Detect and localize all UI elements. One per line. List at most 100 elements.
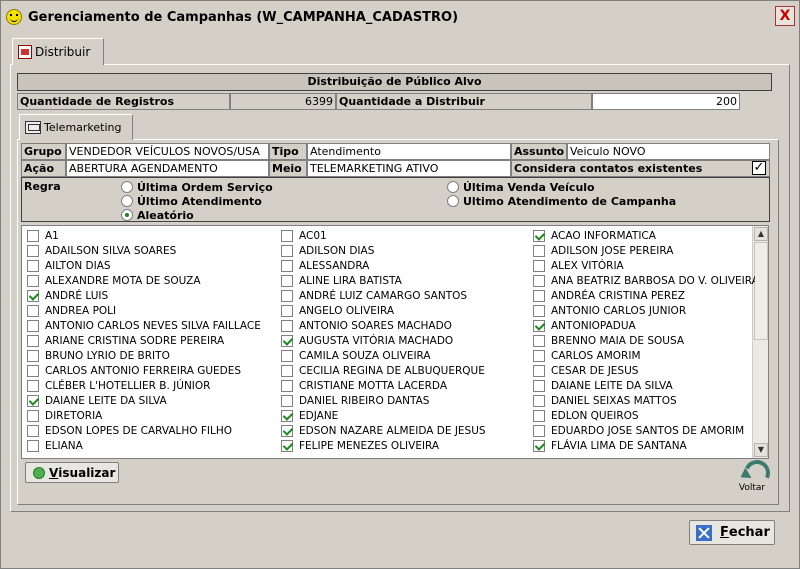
list-item[interactable]: EDUARDO JOSE SANTOS DE AMORIM — [533, 423, 755, 438]
checkbox[interactable] — [281, 274, 293, 287]
list-item[interactable]: ANA BEATRIZ BARBOSA DO V. OLIVEIRA — [533, 273, 755, 288]
fechar-button[interactable]: Fechar — [689, 520, 775, 545]
list-item[interactable]: ANTONIO SOARES MACHADO — [281, 318, 529, 333]
checkbox-checked[interactable] — [533, 229, 545, 242]
list-item[interactable]: DIRETORIA — [27, 408, 277, 423]
list-item[interactable]: CECILIA REGINA DE ALBUQUERQUE — [281, 363, 529, 378]
list-item[interactable]: ADILSON JOSE PEREIRA — [533, 243, 755, 258]
grupo-field[interactable]: VENDEDOR VEÍCULOS NOVOS/USA — [66, 143, 269, 160]
checkbox[interactable] — [27, 349, 39, 362]
checkbox[interactable] — [533, 259, 545, 272]
quantidade-distribuir-input[interactable]: 200 — [592, 93, 740, 110]
checkbox[interactable] — [27, 409, 39, 422]
list-item[interactable]: DANIEL RIBEIRO DANTAS — [281, 393, 529, 408]
vendedores-list[interactable]: ▲ ▼ A1 ADAILSON SILVA SOARES AILTON DIAS AL… — [21, 225, 769, 459]
checkbox[interactable] — [533, 304, 545, 317]
list-item[interactable]: BRUNO LYRIO DE BRITO — [27, 348, 277, 363]
assunto-field[interactable]: Veiculo NOVO — [567, 143, 770, 160]
list-item[interactable]: AUGUSTA VITÓRIA MACHADO — [281, 333, 529, 348]
checkbox[interactable] — [533, 424, 545, 437]
radio-aleatorio[interactable]: Aleatório — [121, 208, 194, 222]
tab-telemarketing[interactable]: Telemarketing — [19, 114, 133, 140]
checkbox[interactable] — [27, 229, 39, 242]
checkbox[interactable] — [27, 274, 39, 287]
list-item[interactable]: CESAR DE JESUS — [533, 363, 755, 378]
checkbox[interactable] — [27, 244, 39, 257]
checkbox[interactable] — [533, 244, 545, 257]
list-item[interactable]: EDLON QUEIROS — [533, 408, 755, 423]
checkbox[interactable] — [533, 349, 545, 362]
list-item[interactable]: ALESSANDRA — [281, 258, 529, 273]
checkbox[interactable] — [533, 379, 545, 392]
checkbox[interactable] — [533, 334, 545, 347]
list-item[interactable]: ELIANA — [27, 438, 277, 453]
checkbox[interactable] — [27, 424, 39, 437]
meio-field[interactable]: TELEMARKETING ATIVO — [307, 160, 511, 177]
list-item[interactable]: A1 — [27, 228, 277, 243]
checkbox[interactable] — [27, 259, 39, 272]
voltar-button[interactable]: Voltar — [734, 457, 770, 499]
tab-distribuir[interactable]: Distribuir — [12, 38, 104, 65]
window-close-button[interactable]: X — [775, 6, 795, 26]
list-item[interactable]: ANDRÉ LUIS — [27, 288, 277, 303]
list-item[interactable]: FLÁVIA LIMA DE SANTANA — [533, 438, 755, 453]
list-item[interactable]: AILTON DIAS — [27, 258, 277, 273]
radio-ultima-ordem-servico[interactable]: Última Ordem Serviço — [121, 180, 273, 194]
checkbox[interactable] — [27, 364, 39, 377]
checkbox[interactable] — [281, 364, 293, 377]
list-item[interactable]: ANDRÉA CRISTINA PEREZ — [533, 288, 755, 303]
list-item[interactable]: ANGELO OLIVEIRA — [281, 303, 529, 318]
list-item[interactable]: EDSON LOPES DE CARVALHO FILHO — [27, 423, 277, 438]
checkbox[interactable] — [533, 409, 545, 422]
checkbox[interactable] — [281, 349, 293, 362]
checkbox-checked[interactable] — [533, 439, 545, 452]
scroll-thumb[interactable] — [754, 242, 768, 340]
checkbox-checked[interactable] — [533, 319, 545, 332]
checkbox[interactable] — [281, 229, 293, 242]
checkbox-checked[interactable] — [281, 424, 293, 437]
checkbox[interactable] — [533, 394, 545, 407]
checkbox[interactable] — [27, 379, 39, 392]
list-item[interactable]: ADILSON DIAS — [281, 243, 529, 258]
scroll-down-icon[interactable]: ▼ — [754, 443, 768, 457]
list-item[interactable]: ANDREA POLI — [27, 303, 277, 318]
checkbox-checked[interactable] — [27, 289, 39, 302]
list-item[interactable]: DAIANE LEITE DA SILVA — [533, 378, 755, 393]
radio-ultima-venda-veiculo[interactable]: Última Venda Veículo — [447, 180, 595, 194]
list-item[interactable]: DANIEL SEIXAS MATTOS — [533, 393, 755, 408]
radio-ultimo-atendimento[interactable]: Último Atendimento — [121, 194, 262, 208]
list-item[interactable]: CARLOS ANTONIO FERREIRA GUEDES — [27, 363, 277, 378]
checkbox[interactable] — [533, 364, 545, 377]
radio-ultimo-atendimento-campanha[interactable]: Ultimo Atendimento de Campanha — [447, 194, 676, 208]
checkbox[interactable] — [27, 304, 39, 317]
checkbox[interactable] — [281, 259, 293, 272]
list-item[interactable]: ADAILSON SILVA SOARES — [27, 243, 277, 258]
list-item[interactable]: ALINE LIRA BATISTA — [281, 273, 529, 288]
list-item[interactable]: DAIANE LEITE DA SILVA — [27, 393, 277, 408]
checkbox[interactable] — [27, 334, 39, 347]
scroll-up-icon[interactable]: ▲ — [754, 227, 768, 241]
list-item[interactable]: CRISTIANE MOTTA LACERDA — [281, 378, 529, 393]
checkbox-checked[interactable] — [281, 409, 293, 422]
list-item[interactable]: CLÉBER L'HOTELLIER B. JÚNIOR — [27, 378, 277, 393]
checkbox-checked[interactable] — [281, 439, 293, 452]
checkbox-checked[interactable] — [281, 334, 293, 347]
list-item[interactable]: ARIANE CRISTINA SODRE PEREIRA — [27, 333, 277, 348]
list-item[interactable]: ANTONIO CARLOS NEVES SILVA FAILLACE — [27, 318, 277, 333]
checkbox[interactable] — [533, 289, 545, 302]
list-item[interactable]: ANDRÉ LUIZ CAMARGO SANTOS — [281, 288, 529, 303]
list-item[interactable]: ACAO INFORMATICA — [533, 228, 755, 243]
list-item[interactable]: AC01 — [281, 228, 529, 243]
checkbox-checked[interactable] — [27, 394, 39, 407]
visualizar-button[interactable]: Visualizar — [25, 462, 119, 483]
acao-field[interactable]: ABERTURA AGENDAMENTO — [66, 160, 269, 177]
checkbox[interactable] — [27, 439, 39, 452]
list-item[interactable]: ANTONIO CARLOS JUNIOR — [533, 303, 755, 318]
checkbox[interactable] — [281, 394, 293, 407]
list-item[interactable]: ALEX VITÓRIA — [533, 258, 755, 273]
list-item[interactable]: ALEXANDRE MOTA DE SOUZA — [27, 273, 277, 288]
checkbox[interactable] — [281, 379, 293, 392]
tipo-field[interactable]: Atendimento — [307, 143, 511, 160]
list-item[interactable]: CAMILA SOUZA OLIVEIRA — [281, 348, 529, 363]
considera-contatos-checkbox[interactable]: ✓ — [752, 161, 766, 175]
